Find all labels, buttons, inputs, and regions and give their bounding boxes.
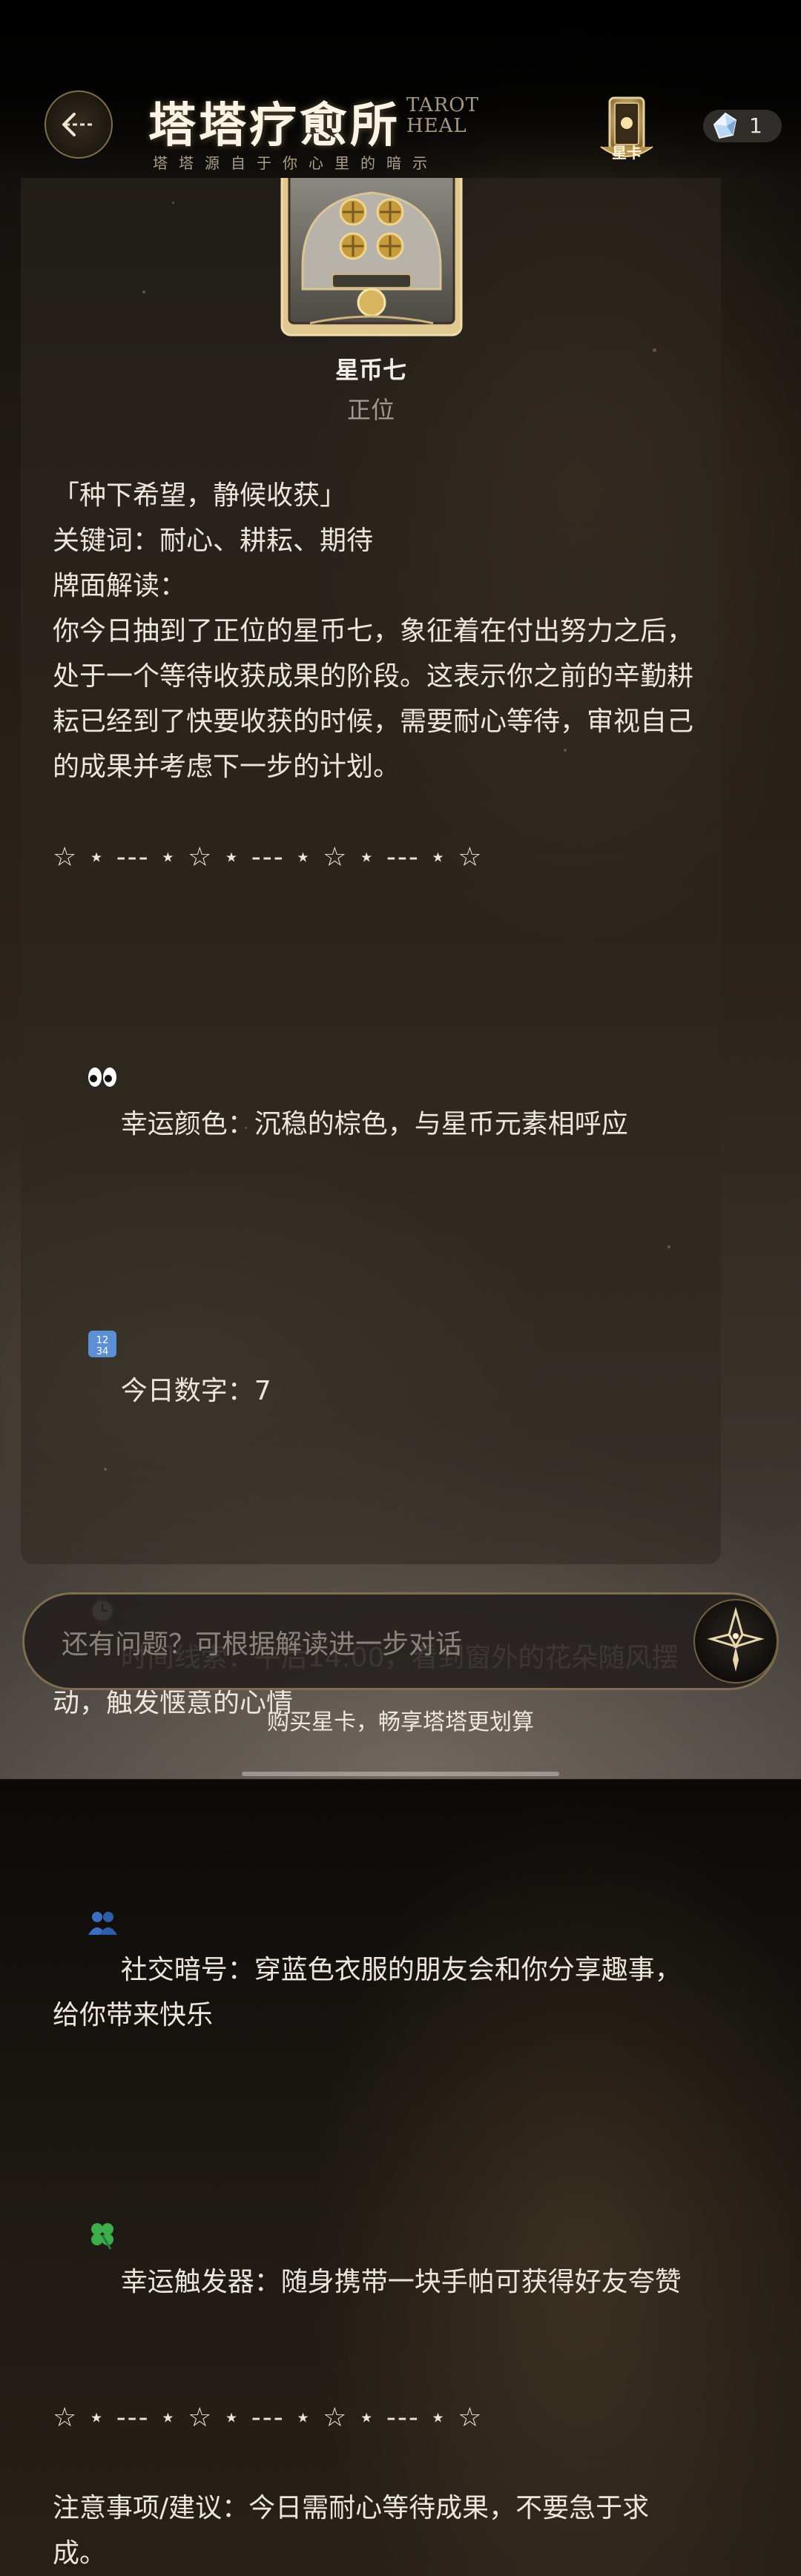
star-card-label: 星卡 xyxy=(612,144,642,162)
interpretation-label: 牌面解读： xyxy=(53,571,187,601)
home-indicator xyxy=(242,1772,559,1776)
back-button[interactable] xyxy=(44,90,113,159)
tarot-card-image[interactable] xyxy=(280,169,463,337)
card-name: 星币七 xyxy=(334,356,406,384)
app-header: 塔塔疗愈所 TAROT HEAL 塔塔源自于你心里的暗示 星卡 1 xyxy=(0,0,801,178)
svg-text:34: 34 xyxy=(96,1346,109,1357)
social-code-text: 社交暗号：穿蓝色衣服的朋友会和你分享趣事，给你带来快乐 xyxy=(53,1955,682,2030)
advice-text: 注意事项/建议：今日需耐心等待成果，不要急于求成。 xyxy=(53,2493,650,2569)
chat-input-bar xyxy=(22,1592,779,1690)
numbers-emoji-icon: 12 34 xyxy=(87,1237,118,1357)
four-leaf-clover-icon xyxy=(87,2128,118,2250)
star-card-button[interactable]: 星卡 xyxy=(595,95,659,163)
lucky-color-text: 幸运颜色：沉稳的棕色，与星币元素相呼应 xyxy=(120,1109,628,1139)
divider-line: ☆ ⋆ --- ⋆ ☆ ⋆ --- ⋆ ☆ ⋆ --- ⋆ ☆ xyxy=(53,842,484,873)
app-title: 塔塔疗愈所 xyxy=(148,98,400,153)
chat-input[interactable] xyxy=(60,1623,671,1666)
gem-count: 1 xyxy=(749,113,762,138)
lucky-color-line: 幸运颜色：沉稳的棕色，与星币元素相呼应 xyxy=(53,925,698,1192)
star-send-icon xyxy=(707,1606,765,1672)
reading-motto: 「种下希望，静候收获」 xyxy=(53,480,347,511)
lucky-trigger-text: 幸运触发器：随身携带一块手帕可获得好友夸赞 xyxy=(120,2267,682,2297)
back-arrow-icon xyxy=(62,113,95,136)
interpretation-text: 你今日抽到了正位的星币七，象征着在付出努力之后，处于一个等待收获成果的阶段。这表… xyxy=(53,616,694,782)
watch-emoji-icon xyxy=(87,1504,118,1626)
card-orientation: 正位 xyxy=(346,396,395,424)
buy-star-card-link[interactable]: 购买星卡，畅享塔塔更划算 xyxy=(0,1703,801,1736)
svg-text:12: 12 xyxy=(96,1335,109,1346)
divider-line: ☆ ⋆ --- ⋆ ☆ ⋆ --- ⋆ ☆ ⋆ --- ⋆ ☆ xyxy=(53,2403,484,2433)
gem-balance[interactable]: 1 xyxy=(703,110,782,142)
send-button[interactable] xyxy=(693,1599,778,1683)
app-brand-logo: TAROT HEAL xyxy=(406,94,479,137)
eyes-emoji-icon xyxy=(87,970,118,1087)
social-code-line: 社交暗号：穿蓝色衣服的朋友会和你分享趣事，给你带来快乐 xyxy=(53,1771,698,2083)
crystal-gem-icon xyxy=(713,112,737,139)
people-emoji-icon xyxy=(87,1816,118,1935)
lucky-number-text: 今日数字：7 xyxy=(120,1376,271,1406)
app-subtitle: 塔塔源自于你心里的暗示 xyxy=(153,154,438,172)
reading-text: 「种下希望，静候收获」 关键词：耐心、耕耘、期待 牌面解读： 你今日抽到了正位的… xyxy=(53,473,698,2576)
seven-of-pentacles-card-art xyxy=(280,169,463,337)
reading-keywords: 关键词：耐心、耕耘、期待 xyxy=(53,526,374,556)
lucky-number-line: 12 34 今日数字：7 xyxy=(53,1192,698,1459)
lucky-trigger-line: 幸运触发器：随身携带一块手帕可获得好友夸赞 xyxy=(53,2083,698,2350)
